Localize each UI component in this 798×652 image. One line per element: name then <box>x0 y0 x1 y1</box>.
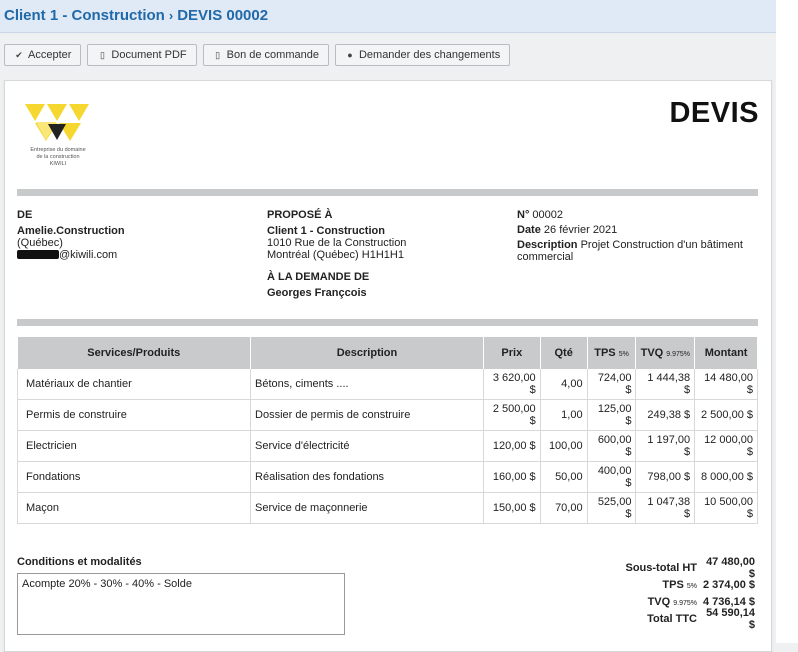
items-table: Services/Produits Description Prix Qté T… <box>16 337 758 524</box>
breadcrumb-current: DEVIS 00002 <box>177 7 269 24</box>
quote-document: Entreprise du domaine de la construction… <box>4 80 772 652</box>
to-address1: 1010 Rue de la Construction <box>267 237 407 249</box>
from-region: (Québec) <box>17 237 63 249</box>
quote-date: 26 février 2021 <box>543 224 618 236</box>
totals-block: Sous-total HT 47 480,00 $ TPS 5% 2 374,0… <box>625 555 756 631</box>
cell-description: Bétons, ciments .... <box>250 369 484 400</box>
table-row: Fondations Réalisation des fondations 16… <box>16 461 758 493</box>
comments-icon: ● <box>347 50 353 60</box>
cell-service: Fondations <box>16 461 252 493</box>
cell-price: 160,00 $ <box>483 461 541 493</box>
file-pdf-icon: ▯ <box>99 49 105 60</box>
col-service: Services/Produits <box>17 337 252 369</box>
request-heading: À LA DEMANDE DE <box>267 271 370 283</box>
cell-price: 3 620,00 $ <box>483 369 541 400</box>
col-tps: TPS 5% <box>587 337 637 369</box>
page-header: Client 1 - Construction › DEVIS 00002 <box>0 0 776 33</box>
col-description: Description <box>250 337 484 369</box>
cell-description: Service d'électricité <box>250 430 484 462</box>
request-changes-button[interactable]: ● Demander des changements <box>334 44 511 66</box>
cell-description: Service de maçonnerie <box>250 492 484 524</box>
cell-description: Dossier de permis de construire <box>250 399 484 431</box>
cell-tvq: 798,00 $ <box>635 461 696 493</box>
logo-caption: Entreprise du domaine de la construction… <box>30 147 86 167</box>
cell-tvq: 1 444,38 $ <box>635 369 696 400</box>
breadcrumb: Client 1 - Construction › DEVIS 00002 <box>4 7 268 24</box>
number-label: N° <box>517 209 530 221</box>
description-label: Description <box>517 239 578 251</box>
cell-service: Permis de construire <box>16 399 252 431</box>
subtotal-row: Sous-total HT 47 480,00 $ <box>625 555 756 580</box>
to-block: PROPOSÉ À Client 1 - Construction 1010 R… <box>267 209 497 299</box>
divider <box>17 189 758 196</box>
meta-block: N° 00002 Date 26 février 2021 Descriptio… <box>517 209 747 263</box>
check-circle-icon: ✔ <box>15 49 23 60</box>
col-price: Prix <box>483 337 541 369</box>
cell-qty: 1,00 <box>540 399 588 431</box>
table-row: Maçon Service de maçonnerie 150,00 $ 70,… <box>16 492 758 524</box>
accept-label: Accepter <box>28 49 72 61</box>
order-label: Bon de commande <box>226 49 319 61</box>
order-button[interactable]: ▯ Bon de commande <box>202 44 329 66</box>
from-email: @kiwili.com <box>59 249 118 261</box>
from-block: DE Amelie.Construction (Québec) @kiwili.… <box>17 209 247 261</box>
chevron-right-icon: › <box>168 8 174 23</box>
col-amount: Montant <box>694 337 758 369</box>
cell-tps: 600,00 $ <box>587 430 637 462</box>
cell-amount: 8 000,00 $ <box>694 461 758 493</box>
cell-service: Maçon <box>16 492 252 524</box>
cell-service: Electricien <box>16 430 252 462</box>
document-title: DEVIS <box>669 97 759 129</box>
table-row: Electricien Service d'électricité 120,00… <box>16 430 758 462</box>
table-header-row: Services/Produits Description Prix Qté T… <box>17 337 758 369</box>
cell-price: 150,00 $ <box>483 492 541 524</box>
pdf-label: Document PDF <box>111 49 187 61</box>
to-heading: PROPOSÉ À <box>267 209 333 221</box>
cell-amount: 10 500,00 $ <box>694 492 758 524</box>
cell-qty: 50,00 <box>540 461 588 493</box>
toolbar: ✔ Accepter ▯ Document PDF ▯ Bon de commande… <box>4 44 511 66</box>
breadcrumb-client-link[interactable]: Client 1 - Construction <box>4 7 165 24</box>
cell-price: 2 500,00 $ <box>483 399 541 431</box>
cell-price: 120,00 $ <box>483 430 541 462</box>
to-name: Client 1 - Construction <box>267 225 385 237</box>
right-scroll-area <box>776 0 798 643</box>
redacted-block <box>17 250 59 259</box>
to-address2: Montréal (Québec) H1H1H1 <box>267 249 404 261</box>
cell-qty: 70,00 <box>540 492 588 524</box>
from-heading: DE <box>17 209 33 221</box>
date-label: Date <box>517 224 541 236</box>
divider <box>17 319 758 326</box>
cell-tvq: 1 197,00 $ <box>635 430 696 462</box>
cell-tps: 400,00 $ <box>587 461 637 493</box>
cell-qty: 4,00 <box>540 369 588 400</box>
cell-tvq: 1 047,38 $ <box>635 492 696 524</box>
col-qty: Qté <box>540 337 588 369</box>
tps-row: TPS 5% 2 374,00 $ <box>662 578 755 591</box>
cell-description: Réalisation des fondations <box>250 461 484 493</box>
requester-name: Georges Françcois <box>267 287 367 299</box>
from-name: Amelie.Construction <box>17 225 125 237</box>
cell-qty: 100,00 <box>540 430 588 462</box>
cell-tvq: 249,38 $ <box>635 399 696 431</box>
cell-amount: 2 500,00 $ <box>694 399 758 431</box>
accept-button[interactable]: ✔ Accepter <box>4 44 82 66</box>
cell-tps: 724,00 $ <box>587 369 637 400</box>
cell-tps: 125,00 $ <box>587 399 637 431</box>
request-changes-label: Demander des changements <box>358 49 501 61</box>
quote-number: 00002 <box>532 209 563 221</box>
pdf-button[interactable]: ▯ Document PDF <box>87 44 197 66</box>
conditions-text: Acompte 20% - 30% - 40% - Solde <box>17 573 345 635</box>
col-tvq: TVQ 9.975% <box>635 337 696 369</box>
conditions-label: Conditions et modalités <box>17 556 142 568</box>
file-icon: ▯ <box>215 49 221 60</box>
total-row: Total TTC 54 590,14 $ <box>647 606 755 631</box>
cell-service: Matériaux de chantier <box>16 369 252 400</box>
cell-amount: 14 480,00 $ <box>694 369 758 400</box>
cell-amount: 12 000,00 $ <box>694 430 758 462</box>
table-row: Matériaux de chantier Bétons, ciments ..… <box>16 369 758 400</box>
cell-tps: 525,00 $ <box>587 492 637 524</box>
table-row: Permis de construire Dossier de permis d… <box>16 399 758 431</box>
